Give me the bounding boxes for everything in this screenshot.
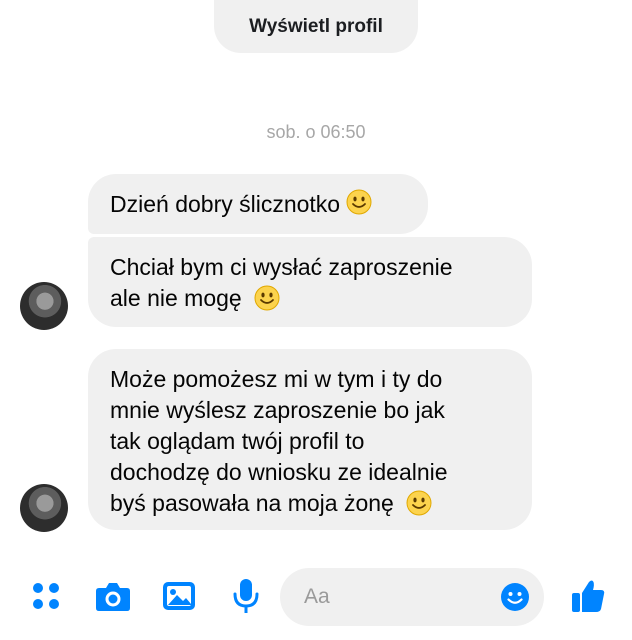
smile-emoji-icon <box>254 285 280 311</box>
message-line: mnie wyślesz zaproszenie bo jak <box>110 397 445 423</box>
message-bubble[interactable]: Dzień dobry ślicznotko <box>88 174 428 234</box>
message-line: tak oglądam twój profil to <box>110 428 365 454</box>
view-profile-button[interactable]: Wyświetl profil <box>214 0 418 53</box>
camera-icon[interactable] <box>95 578 131 614</box>
message-composer[interactable] <box>280 568 544 626</box>
image-icon[interactable] <box>161 578 197 614</box>
thumbs-up-icon[interactable] <box>570 578 606 614</box>
avatar[interactable] <box>20 282 68 330</box>
message-bubble[interactable]: Chciał bym ci wysłać zaproszenie ale nie… <box>88 237 532 327</box>
message-input[interactable] <box>302 584 496 610</box>
avatar[interactable] <box>20 484 68 532</box>
message-line: dochodzę do wniosku ze idealnie <box>110 459 448 485</box>
message-line: Może pomożesz mi w tym i ty do <box>110 366 443 392</box>
smile-emoji-icon <box>346 189 372 215</box>
message-bubble[interactable]: Może pomożesz mi w tym i ty do mnie wyśl… <box>88 349 532 530</box>
menu-dots-icon[interactable] <box>28 578 64 614</box>
message-timestamp: sob. o 06:50 <box>266 122 366 142</box>
microphone-icon[interactable] <box>228 578 264 614</box>
emoji-icon[interactable] <box>500 582 530 612</box>
message-line: Chciał bym ci wysłać zaproszenie <box>110 254 453 280</box>
smile-emoji-icon <box>406 490 432 516</box>
message-line: byś pasowała na moja żonę <box>110 490 394 516</box>
message-line: ale nie mogę <box>110 285 242 311</box>
message-text: Dzień dobry ślicznotko <box>110 190 341 217</box>
